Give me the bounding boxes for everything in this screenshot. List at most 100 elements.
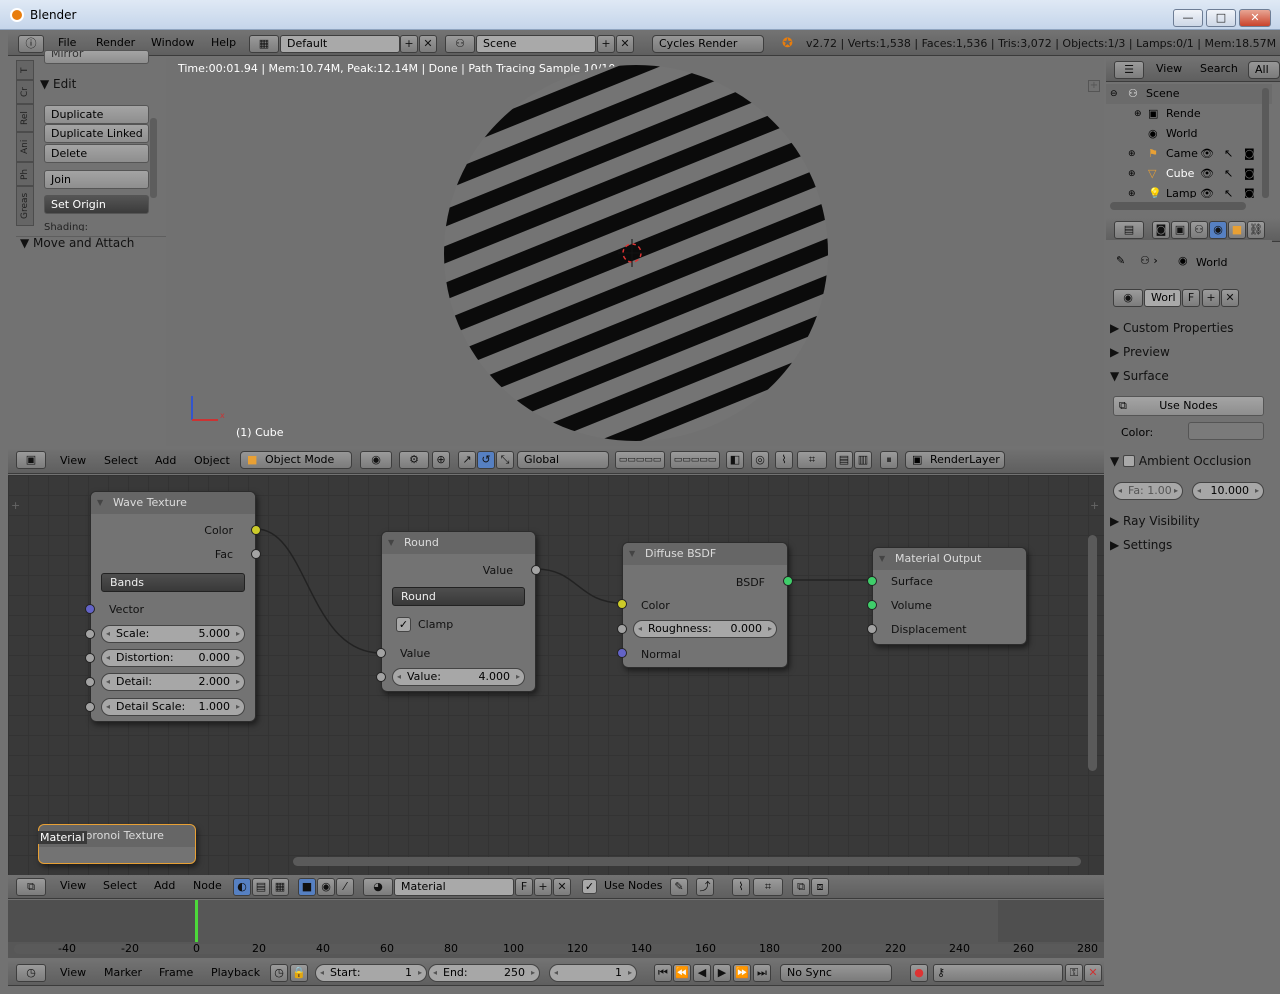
view3d-menu-view[interactable]: View (60, 448, 86, 474)
math-operation-dropdown[interactable]: Round (392, 587, 525, 606)
lock-camera-icon[interactable]: ◧ (726, 451, 744, 469)
opengl-render-icon[interactable]: ▤ (835, 451, 853, 469)
editor-type-3dview-icon[interactable]: ▣ (16, 451, 46, 469)
node-editor[interactable]: Wave Texture Color Fac Bands Vector Scal… (8, 475, 1104, 875)
math-value-input-socket-2[interactable] (376, 672, 386, 682)
line-style-icon[interactable]: ⁄ (336, 878, 354, 896)
node-editor-hscrollbar[interactable] (293, 857, 1081, 866)
view3d-menu-object[interactable]: Object (194, 448, 230, 474)
tab-tools[interactable]: T (16, 60, 34, 80)
material-output-header[interactable]: Material Output (873, 548, 1026, 570)
wave-fac-output-socket[interactable] (251, 549, 261, 559)
set-origin-dropdown[interactable]: Set Origin (44, 195, 149, 214)
preview-section[interactable]: ▶ Preview (1110, 342, 1265, 362)
pin-context-icon[interactable]: ✎ (1116, 254, 1125, 267)
texture-nodes-icon[interactable]: ▦ (271, 878, 289, 896)
selectable-cursor-icon[interactable]: ↖ (1224, 164, 1233, 184)
world-color-swatch[interactable] (1188, 422, 1264, 440)
ao-factor-field[interactable]: Fa: 1.00 (1113, 482, 1183, 500)
ambient-occlusion-checkbox[interactable] (1123, 455, 1136, 467)
object-mode-dropdown[interactable]: ■ Object Mode (240, 451, 352, 469)
material-output-node[interactable]: Material Output Surface Volume Displacem… (867, 547, 1027, 645)
viewport-shading-icon[interactable]: ◉ (360, 451, 392, 469)
transform-orientation-dropdown[interactable]: Global (517, 451, 609, 469)
wave-vector-input-socket[interactable] (85, 604, 95, 614)
editor-type-properties-icon[interactable]: ▤ (1114, 221, 1144, 239)
settings-section[interactable]: ▶ Settings (1110, 535, 1265, 555)
scale-manipulator-icon[interactable]: ⤡ (496, 451, 514, 469)
world-tab-icon[interactable]: ◉ (1209, 221, 1227, 239)
selectable-cursor-icon[interactable]: ↖ (1224, 144, 1233, 164)
insert-keyframe-icon[interactable]: ⚿ (1065, 964, 1083, 982)
wave-detail-scale-socket[interactable] (85, 702, 95, 712)
start-frame-field[interactable]: Start:1 (315, 964, 427, 982)
render-engine-dropdown[interactable]: Cycles Render (652, 35, 764, 53)
node-menu-add[interactable]: Add (154, 875, 175, 897)
maximize-button[interactable]: □ (1206, 9, 1236, 27)
node-properties-toggle-icon[interactable]: + (1090, 499, 1099, 512)
pivot-point-icon[interactable]: ⚙ (399, 451, 429, 469)
displacement-input-socket[interactable] (867, 624, 877, 634)
renderable-camera-icon[interactable]: ◙ (1244, 184, 1255, 198)
math-value-field[interactable]: Value:4.000 (392, 668, 525, 686)
outliner-item-world[interactable]: ◉ World (1106, 124, 1272, 144)
world-fake-user-toggle[interactable]: F (1182, 289, 1200, 307)
3d-viewport[interactable]: Time:00:01.94 | Mem:10.74M, Peak:12.14M … (166, 58, 1104, 446)
outliner-item-camera[interactable]: ⊕ ⚑ Came 👁 ↖ ◙ (1106, 144, 1272, 164)
preview-range-icon[interactable]: ◷ (270, 964, 288, 982)
tab-grease-pencil[interactable]: Greas (16, 186, 34, 226)
world-browse-icon[interactable]: ◉ (1113, 289, 1143, 307)
render-tab-icon[interactable]: ◙ (1152, 221, 1170, 239)
add-world-icon[interactable]: + (1202, 289, 1220, 307)
rotate-manipulator-icon[interactable]: ↺ (477, 451, 495, 469)
paste-nodes-icon[interactable]: ⧈ (811, 878, 829, 896)
visibility-eye-icon[interactable]: 👁 (1200, 144, 1214, 164)
roughness-socket[interactable] (617, 624, 627, 634)
node-snap-icon[interactable]: ⌇ (732, 878, 750, 896)
timeline-menu-frame[interactable]: Frame (159, 960, 193, 986)
outliner-item-lamp[interactable]: ⊕ 💡 Lamp 👁 ↖ ◙ (1106, 184, 1272, 198)
scene-field[interactable]: Scene (476, 35, 596, 53)
tab-relations[interactable]: Rel (16, 104, 34, 132)
view3d-menu-add[interactable]: Add (155, 448, 176, 474)
node-menu-select[interactable]: Select (103, 875, 137, 897)
viewport-expand-icon[interactable]: + (1088, 80, 1100, 92)
current-frame-field[interactable]: 1 (549, 964, 637, 982)
voronoi-texture-node[interactable]: Voronoi Texture (38, 824, 196, 864)
timeline-menu-marker[interactable]: Marker (104, 960, 142, 986)
sync-mode-dropdown[interactable]: No Sync (780, 964, 892, 982)
bsdf-output-socket[interactable] (783, 576, 793, 586)
render-layer-field[interactable]: ▣ RenderLayer (905, 451, 1005, 469)
object-shader-icon[interactable]: ■ (298, 878, 316, 896)
ao-distance-field[interactable]: 10.000 (1192, 482, 1264, 500)
layout-field[interactable]: Default (280, 35, 400, 53)
material-name-field[interactable]: Material (394, 878, 514, 896)
ambient-occlusion-section[interactable]: ▼ Ambient Occlusion (1110, 451, 1265, 471)
scene-tab-icon[interactable]: ⚇ (1190, 221, 1208, 239)
3d-cursor-icon[interactable] (618, 239, 646, 267)
use-nodes-checkbox[interactable]: ✓ (582, 879, 597, 894)
manipulator-toggle-icon[interactable]: ⊕ (432, 451, 450, 469)
surface-input-socket[interactable] (867, 576, 877, 586)
screen-layout-icon[interactable]: ▦ (249, 35, 279, 53)
material-fake-user-toggle[interactable]: F (515, 878, 533, 896)
outliner-menu-view[interactable]: View (1156, 58, 1182, 80)
end-frame-field[interactable]: End:250 (428, 964, 540, 982)
surface-section[interactable]: ▼ Surface (1110, 366, 1265, 386)
selectable-cursor-icon[interactable]: ↖ (1224, 184, 1233, 198)
material-browse-icon[interactable]: ◕ (363, 878, 393, 896)
snap-element-icon[interactable]: ⌗ (797, 451, 827, 469)
wave-scale-field[interactable]: Scale:5.000 (101, 625, 245, 643)
node-menu-view[interactable]: View (60, 875, 86, 897)
remove-scene-icon[interactable]: ✕ (616, 35, 634, 53)
normal-input-socket[interactable] (617, 648, 627, 658)
current-frame-indicator[interactable] (195, 900, 198, 942)
scene-icon[interactable]: ⚇ (445, 35, 475, 53)
wave-texture-node-header[interactable]: Wave Texture (91, 492, 255, 514)
renderable-camera-icon[interactable]: ◙ (1244, 144, 1255, 164)
jump-keyframe-back-icon[interactable]: ⏪ (673, 964, 691, 982)
clamp-checkbox[interactable]: ✓ (396, 617, 411, 632)
remove-layout-icon[interactable]: ✕ (419, 35, 437, 53)
parent-node-tree-icon[interactable]: ⤴ (696, 878, 714, 896)
outliner-hscrollbar[interactable] (1110, 202, 1246, 210)
